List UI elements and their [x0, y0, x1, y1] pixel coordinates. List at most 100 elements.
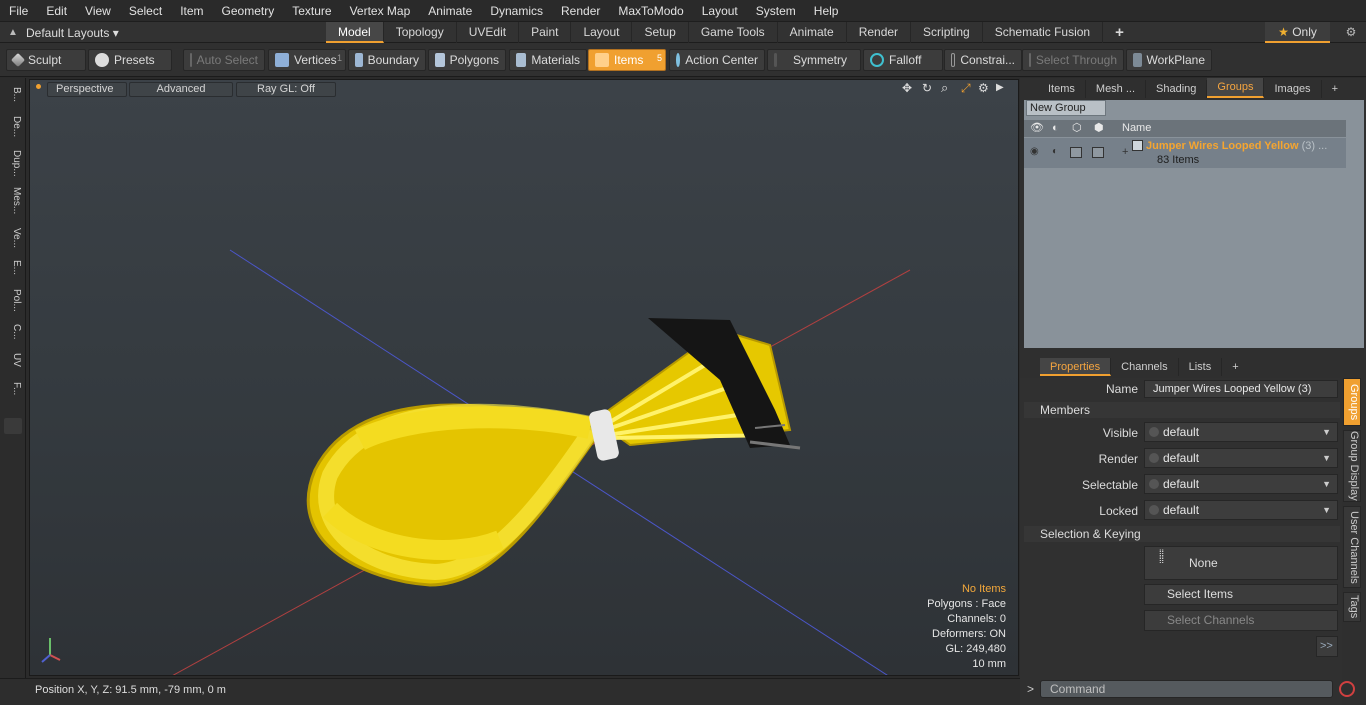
menu-dynamics[interactable]: Dynamics	[481, 0, 552, 22]
action-center-button[interactable]: Action Center	[669, 49, 765, 71]
only-toggle[interactable]: ★ Only	[1265, 22, 1330, 43]
tab-properties[interactable]: Properties	[1040, 358, 1112, 376]
group-row[interactable]: ◉ ◐ + Jumper Wires Looped Yellow (3) ...…	[1024, 138, 1346, 168]
left-tab-curve[interactable]: C...	[4, 320, 22, 344]
polygons-button[interactable]: Polygons	[428, 49, 506, 71]
row-lock-checkbox[interactable]	[1070, 147, 1082, 158]
menu-item[interactable]: Item	[171, 0, 212, 22]
layouts-dropdown[interactable]: ▲ Default Layouts ▾	[0, 22, 180, 43]
items-button[interactable]: Items 5	[588, 49, 666, 71]
record-icon[interactable]	[1339, 681, 1355, 697]
render-icon[interactable]: ◐	[1052, 120, 1059, 137]
zoom-icon[interactable]: ⌕	[941, 80, 948, 96]
viewport-gear-icon[interactable]: ⚙	[978, 81, 989, 95]
tab-render[interactable]: Render	[847, 22, 912, 43]
presets-button[interactable]: Presets	[88, 49, 172, 71]
vtab-groups[interactable]: Groups	[1343, 378, 1361, 426]
row-eye-icon[interactable]: ◉	[1030, 146, 1039, 157]
selectable-select[interactable]: default ▼	[1144, 474, 1338, 494]
menu-select[interactable]: Select	[120, 0, 171, 22]
row-render-icon[interactable]: ◐	[1052, 146, 1058, 157]
select-icon[interactable]: ⬢	[1094, 120, 1104, 137]
vtab-group-display[interactable]: Group Display	[1343, 430, 1361, 502]
rotate-view-icon[interactable]: ↻	[922, 81, 932, 95]
left-tab-deform[interactable]: De...	[4, 112, 22, 142]
left-tab-basic[interactable]: B...	[4, 82, 22, 108]
menu-view[interactable]: View	[76, 0, 120, 22]
menu-animate[interactable]: Animate	[419, 0, 481, 22]
perspective-button[interactable]: Perspective	[47, 82, 127, 97]
menu-layout[interactable]: Layout	[693, 0, 747, 22]
left-tab-uv[interactable]: UV	[4, 348, 22, 372]
tab-schematic-fusion[interactable]: Schematic Fusion	[983, 22, 1104, 43]
left-tab-polygon[interactable]: Pol...	[4, 284, 22, 316]
members-section[interactable]: Members	[1024, 402, 1340, 418]
gear-icon[interactable]: ⚙	[1336, 22, 1366, 43]
expand-icon[interactable]: +	[1122, 146, 1128, 158]
symmetry-button[interactable]: Symmetry	[767, 49, 861, 71]
tab-shading[interactable]: Shading	[1146, 80, 1208, 98]
add-tab-button[interactable]: +	[1103, 22, 1136, 43]
fit-view-icon[interactable]: ⤢	[961, 81, 971, 96]
selection-keying-section[interactable]: Selection & Keying	[1024, 526, 1340, 542]
tab-setup[interactable]: Setup	[632, 22, 689, 43]
new-group-button[interactable]: New Group	[1026, 100, 1106, 116]
left-tab-mesh[interactable]: Mes...	[4, 184, 22, 218]
more-button[interactable]: >>	[1316, 636, 1338, 657]
tab-model[interactable]: Model	[326, 22, 384, 43]
tab-scripting[interactable]: Scripting	[911, 22, 983, 43]
left-tab-duplicate[interactable]: Dup...	[4, 146, 22, 180]
command-input[interactable]: Command	[1040, 680, 1333, 698]
expand-arrow-icon[interactable]: ▶	[996, 82, 1004, 93]
left-tab-edge[interactable]: E...	[4, 256, 22, 280]
render-select[interactable]: default ▼	[1144, 448, 1338, 468]
tab-layout[interactable]: Layout	[571, 22, 633, 43]
eye-icon[interactable]: 👁	[1030, 120, 1044, 137]
left-tab-extra[interactable]	[4, 418, 22, 434]
tab-groups[interactable]: Groups	[1207, 78, 1265, 98]
tab-mesh[interactable]: Mesh ...	[1086, 80, 1147, 98]
add-panel-tab-button[interactable]: +	[1322, 80, 1348, 98]
sculpt-button[interactable]: Sculpt	[6, 49, 86, 71]
menu-help[interactable]: Help	[805, 0, 848, 22]
tab-lists[interactable]: Lists	[1179, 358, 1223, 376]
left-tab-vertex[interactable]: Ve...	[4, 224, 22, 252]
vtab-tags[interactable]: Tags	[1343, 592, 1361, 622]
boundary-button[interactable]: Boundary	[348, 49, 426, 71]
tab-animate[interactable]: Animate	[778, 22, 847, 43]
left-tab-fusion[interactable]: F...	[4, 376, 22, 402]
visible-select[interactable]: default ▼	[1144, 422, 1338, 442]
menu-edit[interactable]: Edit	[37, 0, 76, 22]
menu-file[interactable]: File	[0, 0, 37, 22]
select-channels-button[interactable]: Select Channels	[1144, 610, 1338, 631]
select-items-button[interactable]: Select Items	[1144, 584, 1338, 605]
row-select-checkbox[interactable]	[1092, 147, 1104, 158]
materials-button[interactable]: Materials	[509, 49, 587, 71]
advanced-button[interactable]: Advanced	[129, 82, 233, 97]
menu-maxtomodo[interactable]: MaxToModo	[609, 0, 692, 22]
tab-topology[interactable]: Topology	[384, 22, 457, 43]
move-view-icon[interactable]: ✥	[902, 81, 912, 95]
constraints-button[interactable]: Constrai...	[944, 49, 1022, 71]
falloff-button[interactable]: Falloff	[863, 49, 943, 71]
tab-items[interactable]: Items	[1020, 80, 1086, 98]
locked-select[interactable]: default ▼	[1144, 500, 1338, 520]
tab-uvedit[interactable]: UVEdit	[457, 22, 520, 43]
tab-images[interactable]: Images	[1264, 80, 1322, 98]
menu-vertex-map[interactable]: Vertex Map	[341, 0, 420, 22]
tab-paint[interactable]: Paint	[519, 22, 572, 43]
vertices-button[interactable]: Vertices 1	[268, 49, 346, 71]
name-column-header[interactable]: Name	[1122, 120, 1151, 137]
name-field[interactable]: Jumper Wires Looped Yellow (3)	[1144, 380, 1338, 398]
raygl-button[interactable]: Ray GL: Off	[236, 82, 336, 97]
vtab-user-channels[interactable]: User Channels	[1343, 506, 1361, 588]
menu-render[interactable]: Render	[552, 0, 609, 22]
lock-icon[interactable]: ⬡	[1072, 120, 1082, 137]
tab-game-tools[interactable]: Game Tools	[689, 22, 778, 43]
menu-texture[interactable]: Texture	[283, 0, 340, 22]
tab-channels[interactable]: Channels	[1111, 358, 1179, 376]
menu-geometry[interactable]: Geometry	[213, 0, 284, 22]
workplane-button[interactable]: WorkPlane	[1126, 49, 1212, 71]
menu-system[interactable]: System	[747, 0, 805, 22]
add-subtab-button[interactable]: +	[1222, 358, 1248, 376]
